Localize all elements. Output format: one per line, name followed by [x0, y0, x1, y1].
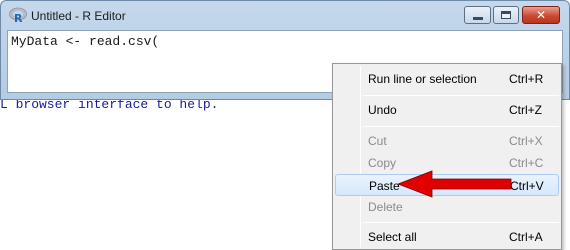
menu-item-label: Cut	[368, 134, 387, 148]
menu-item-cut[interactable]: Cut Ctrl+X	[335, 130, 559, 152]
menu-separator	[363, 126, 559, 127]
svg-text:R: R	[14, 12, 23, 23]
code-line: MyData <- read.csv(	[11, 34, 160, 49]
menu-item-run-line[interactable]: Run line or selection Ctrl+R	[335, 68, 559, 90]
r-logo-icon: R	[9, 7, 27, 23]
menu-item-undo[interactable]: Undo Ctrl+Z	[335, 99, 559, 121]
red-arrow-annotation	[398, 170, 512, 198]
window-title: Untitled - R Editor	[31, 9, 126, 23]
menu-item-shortcut: Ctrl+Z	[509, 103, 542, 117]
context-menu: Run line or selection Ctrl+R Undo Ctrl+Z…	[332, 63, 562, 250]
screen: L browser interface to help. R Untitled …	[0, 0, 570, 250]
menu-item-label: Undo	[368, 103, 397, 117]
menu-item-shortcut: Ctrl+A	[509, 230, 543, 244]
menu-item-shortcut: Ctrl+R	[509, 72, 544, 86]
close-button[interactable]: ✕	[522, 6, 560, 24]
title-bar[interactable]: R Untitled - R Editor ✕	[1, 1, 569, 29]
close-icon: ✕	[535, 8, 547, 22]
menu-separator	[363, 222, 559, 223]
menu-item-label: Run line or selection	[368, 72, 477, 86]
menu-item-label: Select all	[368, 230, 417, 244]
menu-item-shortcut: Ctrl+X	[509, 134, 543, 148]
minimize-icon	[472, 16, 483, 20]
maximize-icon	[501, 11, 511, 19]
menu-item-label: Delete	[368, 200, 403, 214]
minimize-button[interactable]	[464, 6, 491, 24]
maximize-button[interactable]	[493, 6, 519, 24]
menu-item-delete[interactable]: Delete	[335, 196, 559, 218]
menu-item-select-all[interactable]: Select all Ctrl+A	[335, 226, 559, 248]
menu-item-label: Paste	[369, 179, 400, 193]
menu-separator	[363, 95, 559, 96]
menu-item-label: Copy	[368, 156, 397, 170]
